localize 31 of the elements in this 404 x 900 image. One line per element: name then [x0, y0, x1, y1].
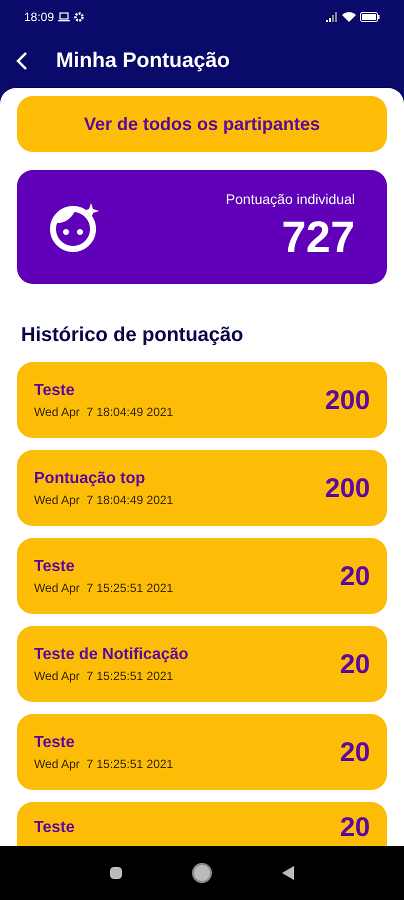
- page-title: Minha Pontuação: [56, 48, 230, 74]
- history-points: 20: [340, 814, 370, 841]
- history-points: 20: [340, 738, 370, 766]
- history-title: Teste: [34, 733, 76, 753]
- history-date: Wed Apr 7 15:25:51 2021: [34, 756, 174, 773]
- wifi-icon: [342, 12, 356, 22]
- history-points: 200: [324, 474, 370, 502]
- back-nav-button[interactable]: [282, 866, 294, 880]
- home-button[interactable]: [192, 863, 212, 883]
- status-time: 18:09: [24, 8, 54, 26]
- battery-icon: [360, 12, 380, 22]
- score-label: Pontuação individual: [226, 190, 355, 209]
- section-title: Histórico de pontuação: [21, 323, 244, 348]
- child-face-icon: [49, 201, 101, 253]
- history-points: 20: [340, 562, 370, 590]
- history-title: Teste: [34, 381, 76, 401]
- history-points: 200: [324, 386, 370, 414]
- history-date: Wed Apr 7 15:25:51 2021: [34, 668, 174, 685]
- history-title: Teste de Notificação: [34, 645, 190, 665]
- history-date: Wed Apr 7 18:04:49 2021: [34, 404, 174, 421]
- all-participants-button[interactable]: Ver de todos os partipantes: [17, 96, 387, 152]
- history-date: Wed Apr 7 15:25:51 2021: [34, 580, 174, 597]
- history-date: Wed Apr 7 18:04:49 2021: [34, 492, 174, 509]
- history-title: Teste: [34, 557, 76, 577]
- signal-icon: [326, 12, 338, 22]
- history-title: Teste: [34, 818, 76, 838]
- recents-button[interactable]: [110, 867, 122, 879]
- laptop-icon: [58, 12, 70, 22]
- score-value: 727: [282, 212, 355, 264]
- history-points: 20: [340, 650, 370, 678]
- history-title: Pontuação top: [34, 469, 146, 489]
